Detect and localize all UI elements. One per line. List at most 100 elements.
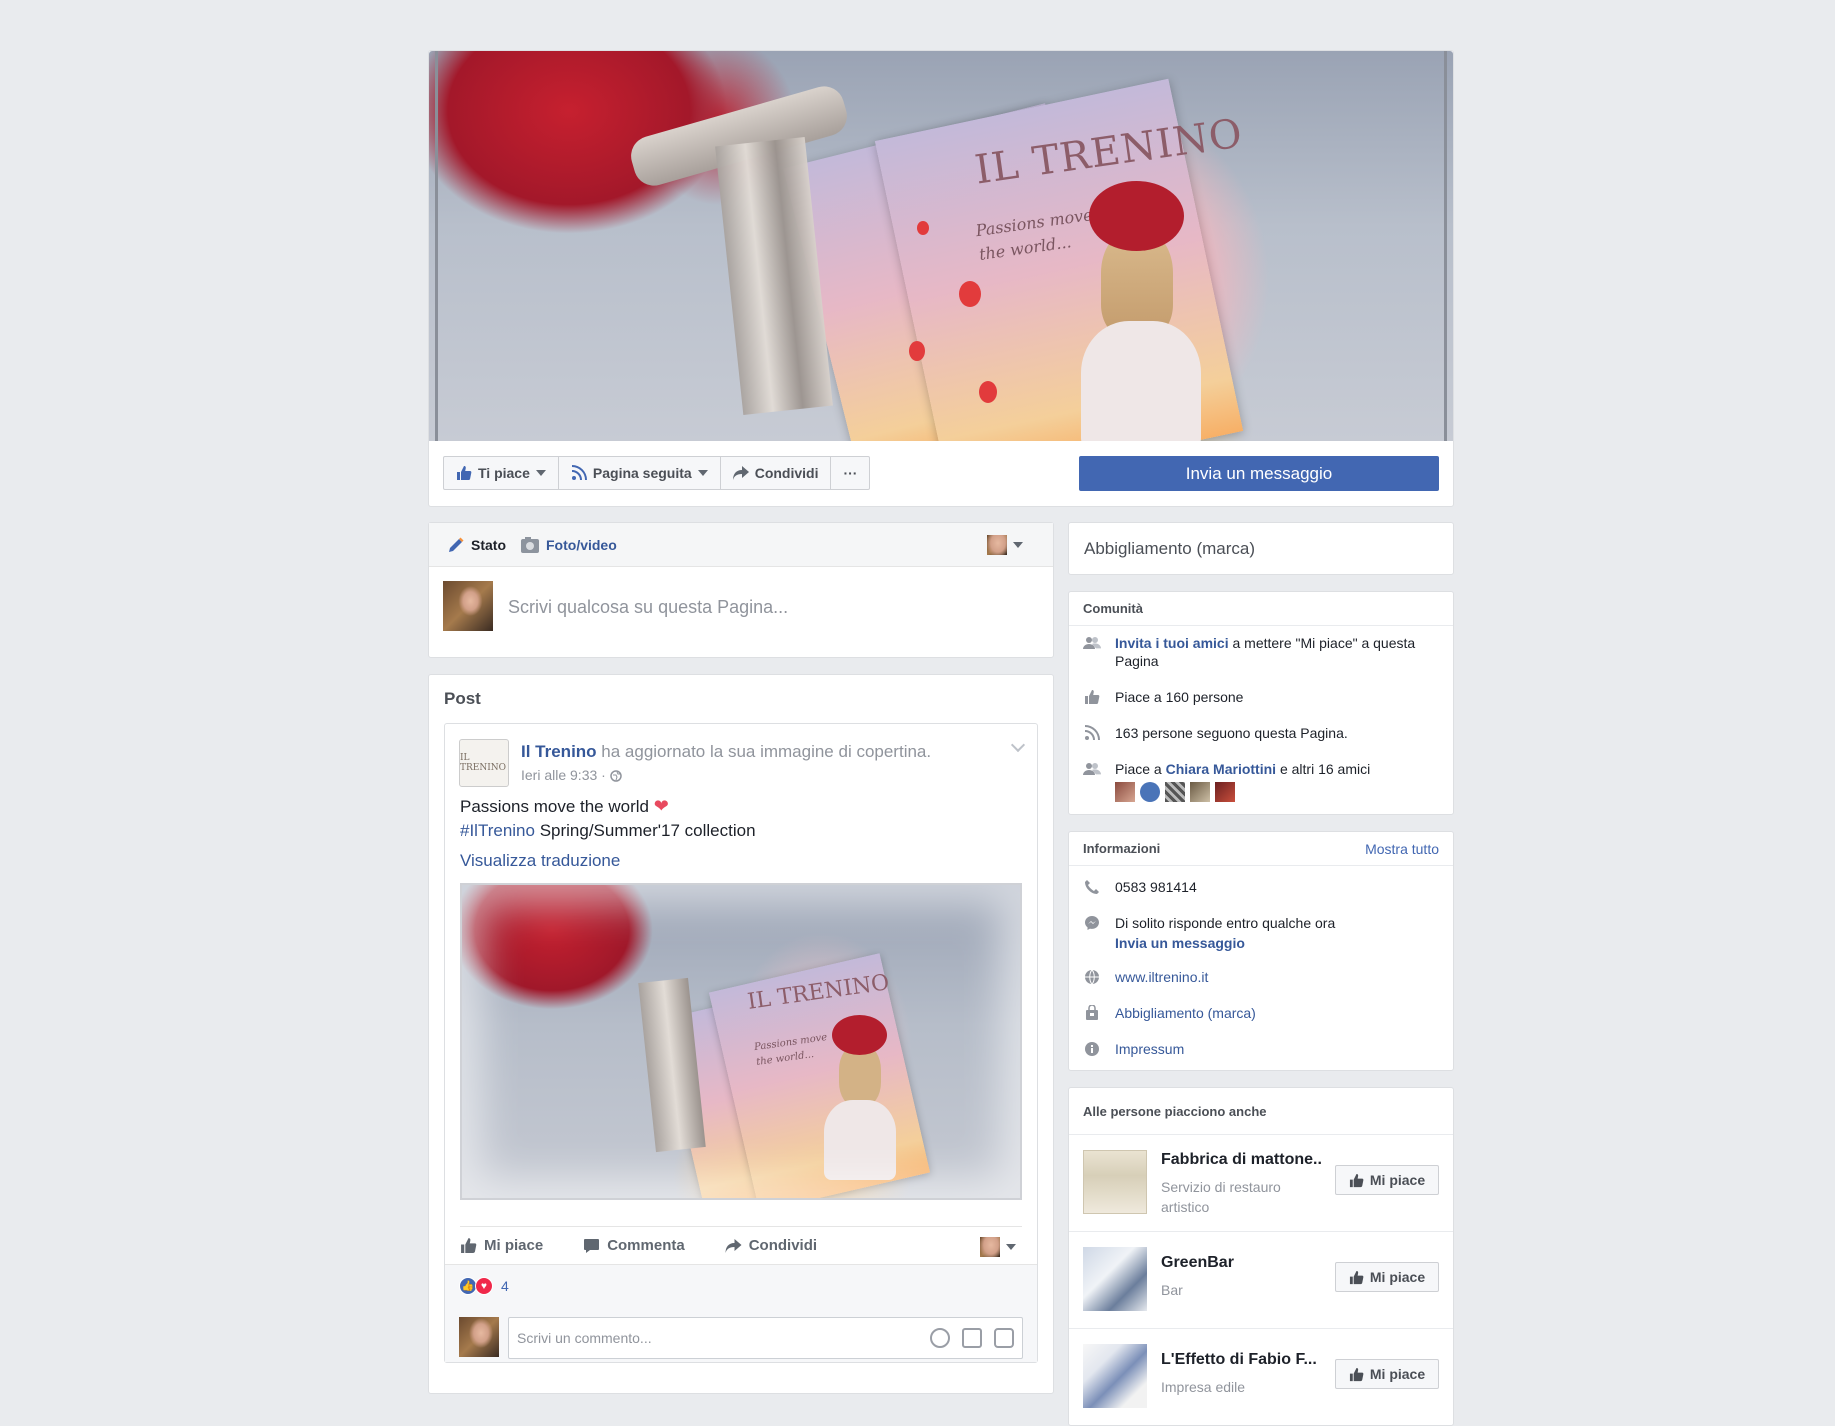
balloon-decoration	[917, 221, 929, 235]
friend-name-link[interactable]: Chiara Mariottini	[1166, 761, 1276, 777]
sticker-icon[interactable]	[994, 1328, 1014, 1348]
heart-icon: ❤	[653, 796, 669, 816]
website-row: www.iltrenino.it	[1069, 958, 1453, 992]
friends-like-content: Piace a Chiara Mariottini e altri 16 ami…	[1115, 760, 1370, 802]
suggestion-thumbnail[interactable]	[1083, 1344, 1147, 1408]
post-action-text: ha aggiornato la sua immagine di coperti…	[596, 742, 932, 761]
suggestions-card: Alle persone piacciono anche Fabbrica di…	[1068, 1087, 1454, 1426]
reactions-summary[interactable]: 👍 ♥ 4	[459, 1277, 509, 1295]
avatar	[980, 1237, 1000, 1257]
page-container: IL TRENINO Passions move the world... Ti…	[428, 50, 1454, 1426]
post-author-link[interactable]: Il Trenino	[521, 742, 597, 761]
suggestion-name[interactable]: L'Effetto di Fabio F...	[1161, 1351, 1331, 1369]
thumbs-up-icon	[456, 465, 472, 481]
cover-frame-left	[435, 51, 438, 441]
suggestion-category: Servizio di restauro artistico	[1161, 1179, 1281, 1215]
suggestion-like-button[interactable]: Mi piace	[1335, 1359, 1439, 1389]
suggestion-name[interactable]: Fabbrica di mattone..	[1161, 1151, 1331, 1169]
suggestion-category: Impresa edile	[1161, 1379, 1246, 1395]
friend-avatar[interactable]	[1190, 782, 1210, 802]
thumbs-up-icon	[1083, 688, 1101, 706]
suggestion-thumbnail[interactable]	[1083, 1247, 1147, 1311]
phone-number[interactable]: 0583 981414	[1115, 878, 1197, 896]
friend-avatar[interactable]	[1165, 782, 1185, 802]
friends-suffix: e altri 16 amici	[1276, 761, 1371, 777]
friends-icon	[1083, 634, 1101, 652]
comment-input[interactable]: Scrivi un commento...	[508, 1317, 1023, 1359]
comment-post-button[interactable]: Commenta	[583, 1237, 685, 1254]
posts-card: Post IL TRENINO Il Trenino ha aggiornato…	[428, 674, 1054, 1394]
cover-photo[interactable]: IL TRENINO Passions move the world...	[429, 51, 1453, 441]
avatar	[459, 1317, 499, 1357]
globe-icon	[1083, 968, 1101, 986]
posts-title: Post	[444, 689, 481, 708]
post-timestamp[interactable]: Ieri alle 9:33 ·	[521, 767, 622, 783]
follow-page-button[interactable]: Pagina seguita	[559, 457, 721, 489]
suggestion-like-button[interactable]: Mi piace	[1335, 1262, 1439, 1292]
tab-status[interactable]: Stato	[447, 536, 506, 554]
page-logo[interactable]: IL TRENINO	[459, 739, 509, 787]
post: IL TRENINO Il Trenino ha aggiornato la s…	[444, 723, 1038, 1363]
post-text-line1: Passions move the world ❤	[460, 794, 1022, 819]
share-arrow-icon	[725, 1238, 742, 1253]
category-link[interactable]: Abbigliamento (marca)	[1115, 1004, 1256, 1022]
share-page-button[interactable]: Condividi	[721, 457, 832, 489]
like-page-button[interactable]: Ti piace	[444, 457, 559, 489]
likes-row: Piace a 160 persone	[1069, 676, 1453, 712]
info-header: Informazioni Mostra tutto	[1069, 832, 1453, 866]
community-card: Comunità Invita i tuoi amici a mettere "…	[1068, 591, 1454, 815]
show-all-link[interactable]: Mostra tutto	[1365, 841, 1439, 857]
react-as-selector[interactable]	[980, 1237, 1016, 1257]
comment-bubble-icon	[583, 1238, 600, 1254]
messenger-icon	[1083, 914, 1101, 932]
friend-avatar[interactable]	[1215, 782, 1235, 802]
post-options-chevron-icon[interactable]	[1010, 737, 1026, 753]
composer-body: Scrivi qualcosa su questa Pagina...	[429, 567, 1053, 657]
follow-page-label: Pagina seguita	[592, 465, 692, 481]
pencil-icon	[447, 536, 465, 554]
share-post-label: Condividi	[748, 1237, 818, 1254]
image-vignette	[462, 885, 1020, 1198]
more-options-button[interactable]: ···	[831, 457, 869, 489]
friends-prefix: Piace a	[1115, 761, 1166, 777]
post-image[interactable]: IL TRENINO Passions move the world...	[460, 883, 1022, 1200]
send-message-label: Invia un messaggio	[1185, 463, 1333, 483]
suggestion-like-label: Mi piace	[1369, 1172, 1426, 1188]
follows-row: 163 persone seguono questa Pagina.	[1069, 712, 1453, 748]
see-translation-link[interactable]: Visualizza traduzione	[445, 843, 1037, 871]
emoji-icon[interactable]	[930, 1328, 950, 1348]
friends-like-row: Piace a Chiara Mariottini e altri 16 ami…	[1069, 748, 1453, 808]
post-action-bar: Mi piace Commenta Condividi	[460, 1226, 1022, 1264]
hashtag-link[interactable]: #IlTrenino	[460, 821, 535, 840]
right-column: Abbigliamento (marca) Comunità Invita i …	[1068, 522, 1454, 1426]
composer-input[interactable]: Scrivi qualcosa su questa Pagina...	[508, 597, 788, 618]
thumbs-up-icon	[460, 1237, 477, 1254]
cover-frame-right	[1444, 51, 1447, 441]
chevron-down-icon	[1006, 1244, 1016, 1250]
send-message-link[interactable]: Invia un messaggio	[1115, 934, 1335, 952]
friend-avatar[interactable]	[1115, 782, 1135, 802]
comment-placeholder: Scrivi un commento...	[517, 1330, 652, 1346]
invite-friends-link[interactable]: Invita i tuoi amici	[1115, 635, 1229, 651]
website-link[interactable]: www.iltrenino.it	[1115, 968, 1208, 986]
impressum-link[interactable]: Impressum	[1115, 1040, 1184, 1058]
category-row: Abbigliamento (marca)	[1069, 992, 1453, 1028]
suggestion-name[interactable]: GreenBar	[1161, 1254, 1331, 1272]
camera-icon[interactable]	[962, 1328, 982, 1348]
like-post-button[interactable]: Mi piace	[460, 1237, 543, 1254]
response-text: Di solito risponde entro qualche ora	[1115, 915, 1336, 931]
suggestion-like-label: Mi piace	[1369, 1366, 1426, 1382]
send-message-button[interactable]: Invia un messaggio	[1079, 456, 1439, 491]
suggestion-item: L'Effetto di Fabio F... Impresa edile Mi…	[1069, 1328, 1453, 1425]
suggestion-thumbnail[interactable]	[1083, 1150, 1147, 1214]
likes-count-text: Piace a 160 persone	[1115, 689, 1244, 705]
friend-avatar[interactable]	[1140, 782, 1160, 802]
post-as-selector[interactable]	[987, 535, 1023, 555]
more-dots-icon: ···	[843, 465, 858, 481]
share-post-button[interactable]: Condividi	[725, 1237, 817, 1254]
suggestion-like-button[interactable]: Mi piace	[1335, 1165, 1439, 1195]
tab-photo-video-label: Foto/video	[546, 536, 617, 553]
chevron-down-icon	[535, 470, 546, 476]
rss-icon	[571, 465, 587, 481]
tab-photo-video[interactable]: Foto/video	[520, 536, 617, 554]
